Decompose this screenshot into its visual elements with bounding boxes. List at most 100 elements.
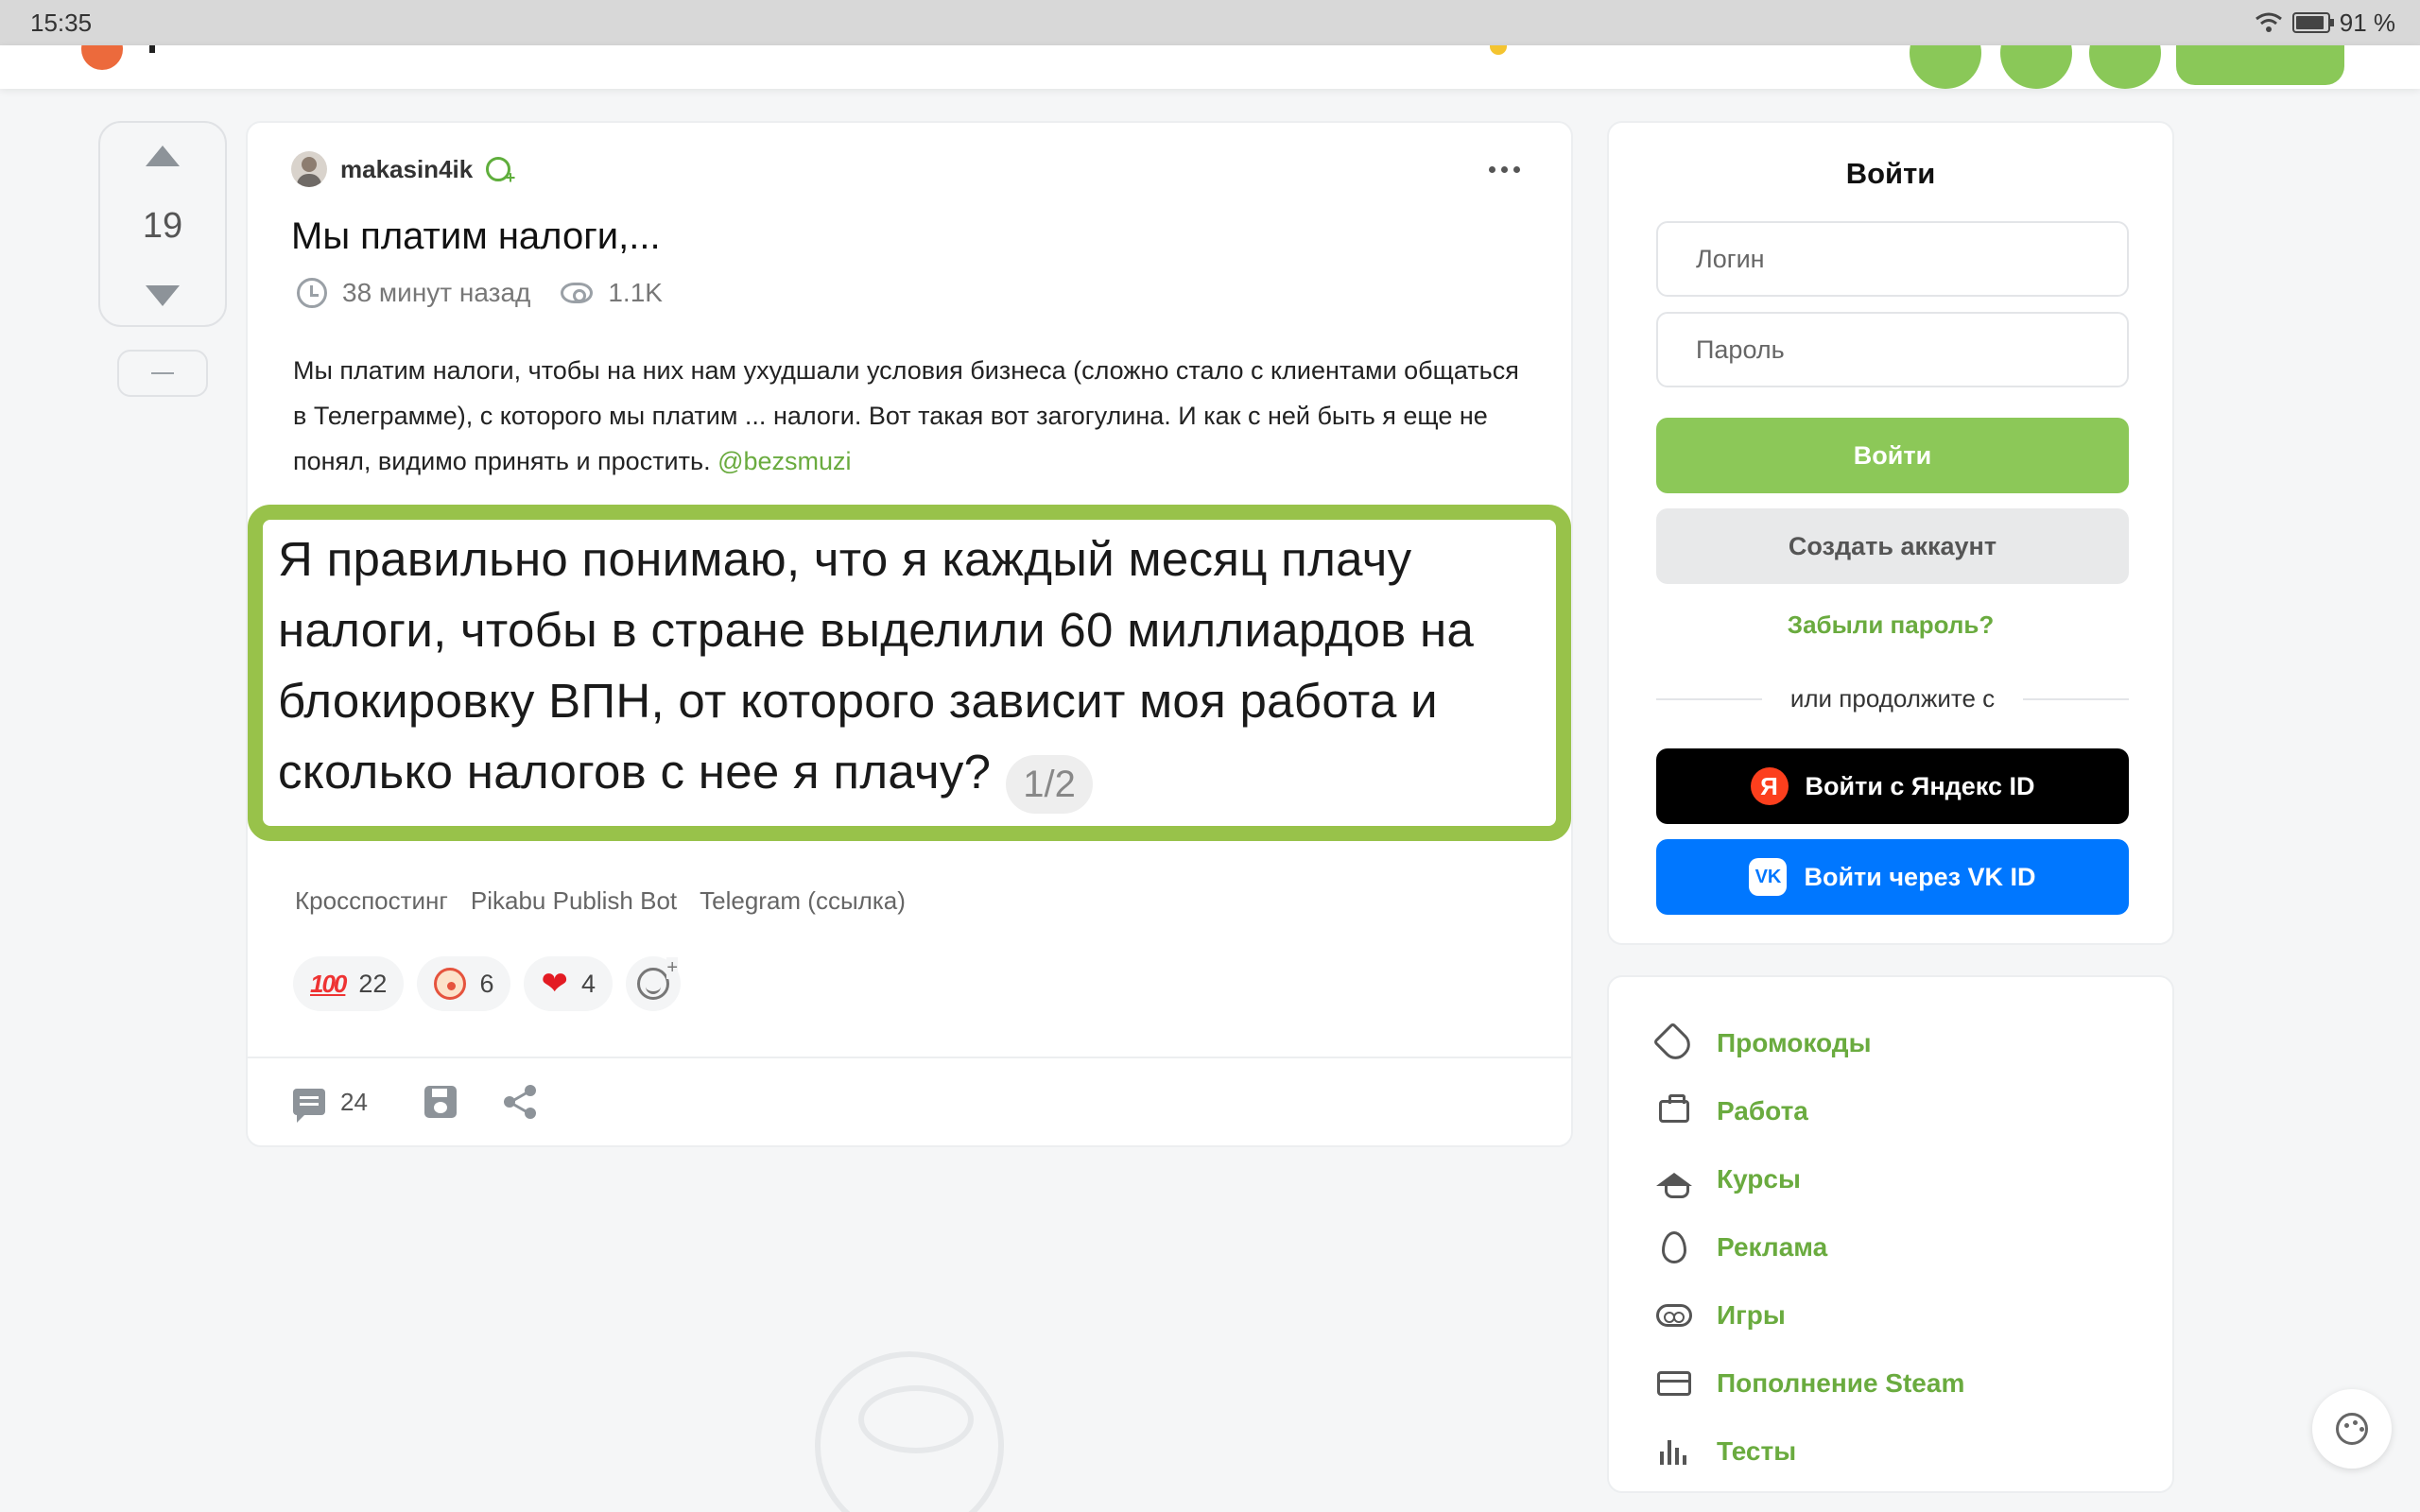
- reaction-count: 6: [479, 969, 494, 998]
- reaction-clown[interactable]: 6: [417, 956, 511, 1011]
- sidebar-item-tests[interactable]: Тесты: [1656, 1418, 2172, 1486]
- downvote-arrow-icon[interactable]: [146, 285, 180, 306]
- tag-item[interactable]: Кросспостинг: [295, 886, 448, 916]
- palette-icon: [2336, 1413, 2368, 1445]
- share-button[interactable]: [494, 1085, 538, 1119]
- comment-icon: [293, 1089, 325, 1123]
- heart-icon: ❤: [541, 966, 568, 1002]
- clock-icon: [297, 278, 327, 308]
- theme-palette-button[interactable]: [2312, 1389, 2392, 1469]
- sidebar-item-label: Промокоды: [1717, 1028, 1872, 1057]
- or-continue-text: или продолжите с: [1789, 684, 1996, 713]
- tag-item[interactable]: Telegram (ссылка): [700, 886, 906, 916]
- status-indicators: 91 %: [2255, 9, 2395, 38]
- gamepad-icon: [1656, 1297, 1692, 1333]
- divider: [248, 1057, 1571, 1058]
- create-account-button[interactable]: Создать аккаунт: [1656, 508, 2129, 584]
- minus-icon: [151, 372, 174, 374]
- site-header: [0, 45, 2420, 89]
- hundred-points-icon: 100: [310, 969, 347, 998]
- save-button[interactable]: [406, 1086, 457, 1118]
- status-time: 15:35: [30, 8, 93, 37]
- post-body-text: Мы платим налоги, чтобы на них нам ухудш…: [293, 356, 1519, 475]
- or-divider: или продолжите с: [1656, 684, 2130, 713]
- vk-id-button[interactable]: VK Войти через VK ID: [1656, 839, 2129, 915]
- post-card: makasin4ik Мы платим налоги,... 38 минут…: [246, 121, 1573, 1147]
- bar-chart-icon: [1656, 1434, 1692, 1469]
- reaction-heart[interactable]: ❤ 4: [524, 956, 613, 1011]
- login-button[interactable]: Войти: [1656, 418, 2129, 493]
- yandex-button-label: Войти с Яндекс ID: [1805, 771, 2035, 800]
- tag-item[interactable]: Pikabu Publish Bot: [471, 886, 677, 916]
- add-reaction-button[interactable]: [626, 956, 681, 1011]
- clown-face-icon: [434, 968, 467, 1000]
- sidebar-item-label: Курсы: [1717, 1164, 1801, 1194]
- comments-count: 24: [340, 1087, 368, 1116]
- sidebar-links-panel: Промокоды Работа Курсы Реклама Игры Попо…: [1607, 975, 2174, 1493]
- battery-icon: [2291, 12, 2334, 33]
- tag-icon: [1652, 1022, 1696, 1065]
- sidebar-item-label: Пополнение Steam: [1717, 1368, 1965, 1398]
- post-image[interactable]: Я правильно понимаю, что я каждый месяц …: [248, 505, 1571, 841]
- post-body: Мы платим налоги, чтобы на них нам ухудш…: [293, 348, 1522, 484]
- vk-button-label: Войти через VK ID: [1804, 862, 2036, 891]
- mention-link[interactable]: @bezsmuzi: [717, 447, 851, 475]
- system-status-bar: 15:35 91 %: [0, 0, 2420, 45]
- reaction-count: 4: [580, 969, 596, 998]
- add-emoji-icon: [637, 957, 678, 1000]
- forgot-password-link[interactable]: Забыли пароль?: [1609, 610, 2172, 640]
- sidebar-item-label: Реклама: [1717, 1232, 1828, 1262]
- avatar[interactable]: [291, 151, 327, 187]
- wifi-icon: [2255, 12, 2282, 32]
- reaction-100[interactable]: 100 22: [293, 956, 405, 1011]
- sidebar-item-label: Игры: [1717, 1300, 1786, 1330]
- reaction-count: 22: [358, 969, 388, 998]
- hide-post-button[interactable]: [117, 350, 208, 397]
- star-icon: [1490, 45, 1507, 55]
- post-actions: 24: [293, 1085, 538, 1123]
- eye-icon: [561, 283, 594, 303]
- graduation-cap-icon: [1656, 1161, 1692, 1198]
- post-meta: 38 минут назад 1.1K: [297, 278, 663, 308]
- sidebar-item-jobs[interactable]: Работа: [1656, 1077, 2172, 1145]
- vk-icon: VK: [1749, 858, 1788, 896]
- post-views: 1.1K: [608, 278, 663, 307]
- header-circle-button-2[interactable]: [2000, 45, 2072, 89]
- author-name[interactable]: makasin4ik: [340, 155, 473, 184]
- password-input[interactable]: [1656, 312, 2129, 387]
- briefcase-icon: [1656, 1093, 1692, 1129]
- post-author[interactable]: makasin4ik: [291, 151, 515, 188]
- battery-level: 91 %: [2339, 8, 2395, 37]
- rating-count: 19: [142, 205, 183, 246]
- comments-button[interactable]: 24: [293, 1087, 368, 1123]
- login-title: Войти: [1845, 157, 1936, 190]
- image-text: Я правильно понимаю, что я каждый месяц …: [278, 532, 1475, 799]
- subscribe-badge-icon[interactable]: [486, 157, 515, 188]
- reactions-bar: 100 22 6 ❤ 4: [293, 956, 681, 1011]
- card-icon: [1656, 1366, 1692, 1401]
- sidebar-item-label: Тесты: [1717, 1436, 1797, 1466]
- sidebar-item-steam-topup[interactable]: Пополнение Steam: [1656, 1349, 2172, 1418]
- post-time: 38 минут назад: [342, 278, 531, 307]
- post-title[interactable]: Мы платим налоги,...: [291, 215, 661, 258]
- post-tags: Кросспостинг Pikabu Publish Bot Telegram…: [295, 886, 906, 916]
- sidebar-item-courses[interactable]: Курсы: [1656, 1145, 2172, 1213]
- save-icon: [424, 1086, 457, 1118]
- header-circle-button-3[interactable]: [2089, 45, 2161, 89]
- sidebar-item-ads[interactable]: Реклама: [1656, 1213, 2172, 1281]
- image-page-indicator: 1/2: [1006, 754, 1093, 814]
- header-circle-button-1[interactable]: [1910, 45, 1981, 89]
- sidebar-item-label: Работа: [1717, 1096, 1808, 1125]
- sidebar-item-games[interactable]: Игры: [1656, 1281, 2172, 1349]
- background-decoration: [815, 1351, 1004, 1512]
- header-pill-button[interactable]: [2176, 45, 2344, 85]
- sidebar-item-promocodes[interactable]: Промокоды: [1652, 1009, 2172, 1077]
- yandex-icon: Я: [1750, 767, 1789, 805]
- yandex-id-button[interactable]: Я Войти с Яндекс ID: [1656, 748, 2129, 824]
- logo-text-fragment: [149, 45, 155, 53]
- upvote-arrow-icon[interactable]: [146, 146, 180, 166]
- login-input[interactable]: [1656, 221, 2129, 297]
- more-options-icon[interactable]: [1489, 166, 1520, 173]
- vote-panel: 19: [98, 121, 227, 327]
- logo-icon[interactable]: [81, 45, 123, 70]
